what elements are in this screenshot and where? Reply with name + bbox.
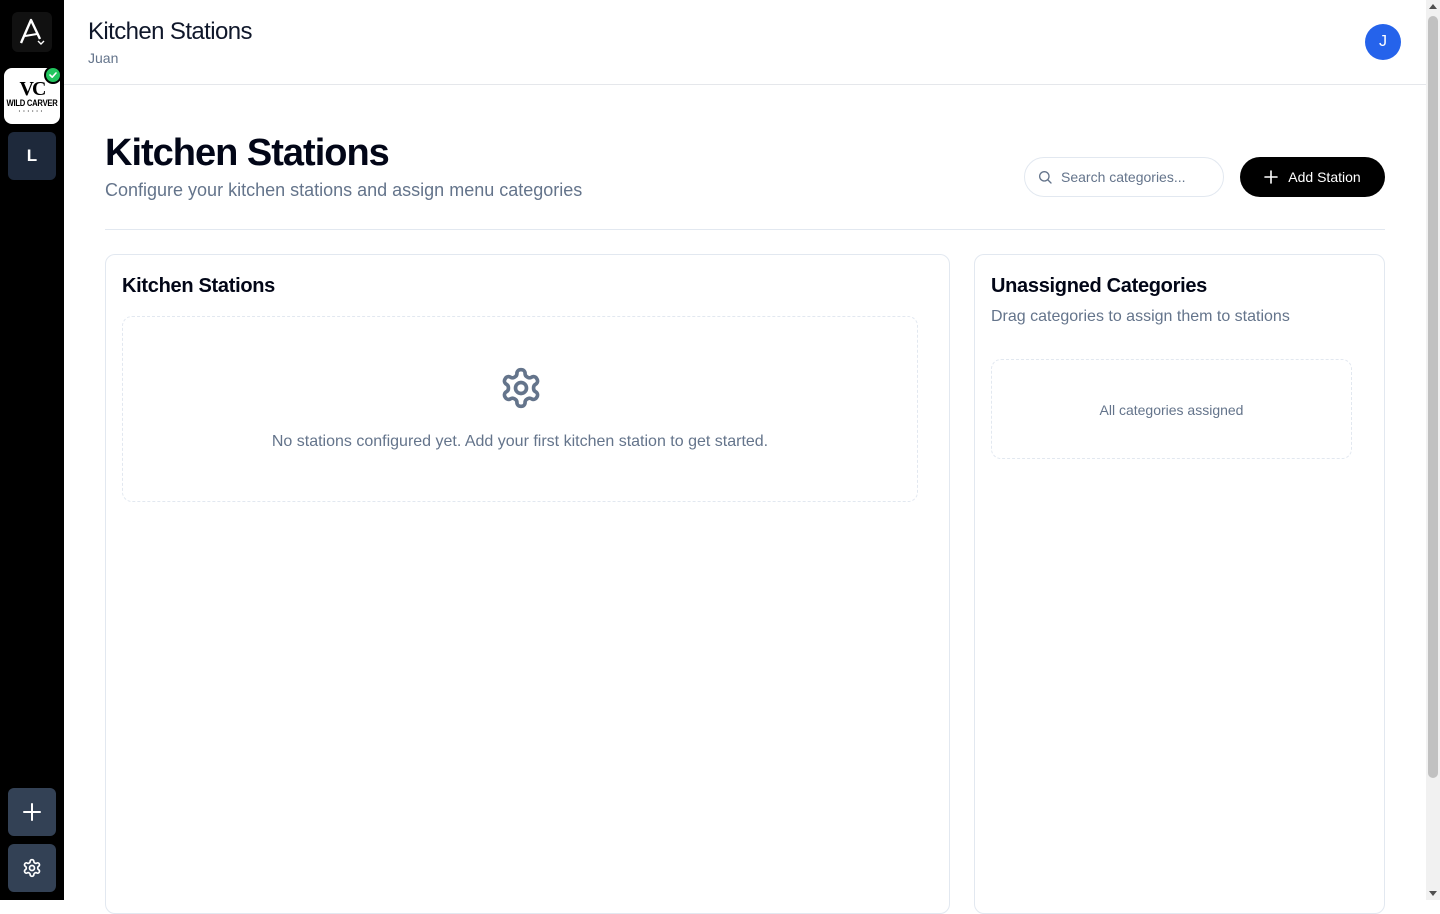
check-icon: [44, 66, 62, 84]
scroll-down-arrow-icon[interactable]: [1429, 891, 1437, 896]
plus-icon: [23, 803, 41, 821]
user-avatar[interactable]: J: [1365, 24, 1401, 60]
unassigned-categories-panel: Unassigned Categories Drag categories to…: [974, 254, 1385, 914]
brand-logo-mark: VC: [19, 77, 47, 100]
add-workspace-button[interactable]: [8, 788, 56, 836]
page-scrollbar[interactable]: [1426, 0, 1440, 900]
brand-logo-wordmark: WILD CARVER: [6, 97, 58, 108]
gear-icon: [502, 367, 540, 409]
stations-empty-state: No stations configured yet. Add your fir…: [122, 316, 918, 502]
header-divider: [105, 229, 1385, 230]
header-title: Kitchen Stations: [88, 18, 252, 45]
app-logo-icon: [19, 18, 45, 45]
plus-icon: [1264, 170, 1279, 184]
workspace-button[interactable]: L: [8, 132, 56, 180]
unassigned-panel-title: Unassigned Categories: [991, 275, 1207, 297]
stations-empty-message: No stations configured yet. Add your fir…: [271, 433, 769, 450]
add-station-label: Add Station: [1288, 169, 1361, 185]
add-station-button[interactable]: Add Station: [1240, 157, 1385, 197]
categories-empty-message: All categories assigned: [1099, 402, 1244, 418]
scroll-thumb[interactable]: [1428, 16, 1438, 778]
page-subtitle: Configure your kitchen stations and assi…: [105, 180, 583, 200]
brand-logo-dots: ••••••: [18, 107, 46, 113]
app-sidebar: VC WILD CARVER •••••• L: [0, 0, 64, 900]
gear-icon: [23, 858, 41, 878]
scroll-up-arrow-icon[interactable]: [1429, 4, 1437, 9]
stations-panel-title: Kitchen Stations: [122, 275, 275, 297]
search-box: [1024, 157, 1224, 197]
settings-button[interactable]: [8, 844, 56, 892]
search-input[interactable]: [1061, 158, 1219, 196]
unassigned-panel-description: Drag categories to assign them to statio…: [991, 308, 1290, 325]
header-user-name: Juan: [88, 50, 119, 66]
restaurant-logo-button[interactable]: VC WILD CARVER ••••••: [4, 66, 62, 124]
kitchen-stations-panel: Kitchen Stations No stations configured …: [105, 254, 950, 914]
categories-drop-zone[interactable]: All categories assigned: [991, 359, 1352, 459]
search-icon: [1039, 171, 1052, 184]
page-title: Kitchen Stations: [105, 132, 390, 174]
app-logo-button[interactable]: [12, 12, 52, 52]
top-header: Kitchen Stations Juan J: [64, 0, 1426, 85]
